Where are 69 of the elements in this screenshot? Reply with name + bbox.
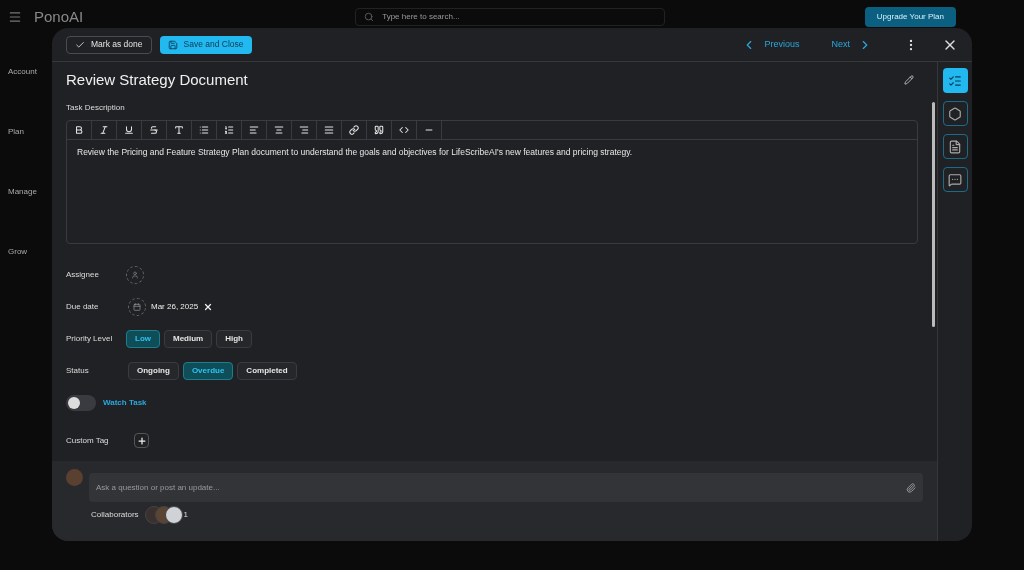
next-button[interactable]: Next: [831, 37, 872, 52]
plus-icon: [136, 435, 147, 446]
document-icon: [948, 139, 962, 154]
sidebar-section-label: Grow: [8, 246, 28, 258]
edit-icon[interactable]: [904, 75, 914, 86]
option-button[interactable]: High: [216, 329, 252, 348]
scrollbar-thumb[interactable]: [932, 102, 935, 327]
mark-done-button[interactable]: Mark as done: [66, 35, 152, 54]
sidebar-section-label: Manage: [8, 186, 37, 198]
quote-icon[interactable]: [374, 124, 384, 135]
collaborator-count: 1: [183, 509, 189, 521]
previous-button[interactable]: Previous: [742, 37, 800, 52]
calendar-icon: [133, 302, 141, 311]
search-field[interactable]: Type here to search...: [355, 8, 666, 26]
sidebar-section-label: Plan: [8, 126, 24, 138]
underline-icon[interactable]: [124, 124, 134, 135]
priority-label: Priority Level: [66, 332, 114, 345]
save-icon: [167, 39, 178, 50]
strikethrough-icon[interactable]: [149, 124, 159, 135]
menu-icon[interactable]: [8, 10, 22, 24]
comment-placeholder: Ask a question or post an update...: [96, 481, 220, 494]
save-close-button[interactable]: Save and Close: [159, 35, 252, 54]
clear-icon[interactable]: [203, 301, 214, 312]
align-justify-icon[interactable]: [324, 124, 334, 135]
description-editor[interactable]: Review the Pricing and Feature Strategy Plan document to understand the goals and objectives for LifeScribeAI's new features and pricing strategy.: [66, 119, 918, 244]
status-label: Status: [66, 364, 90, 377]
bold-icon[interactable]: [74, 124, 84, 135]
custom-tag-label: Custom Tag: [66, 434, 110, 447]
side-panel-tab[interactable]: [942, 134, 968, 159]
watch-toggle[interactable]: [66, 394, 96, 411]
chat-icon: [948, 172, 962, 187]
comment-field[interactable]: Ask a question or post an update...: [89, 473, 923, 502]
check-icon: [75, 39, 85, 50]
search-placeholder: Type here to search...: [382, 11, 460, 23]
paperclip-icon[interactable]: [906, 482, 916, 493]
side-panel-tab[interactable]: [942, 167, 968, 192]
sidebar-section-label: Account: [8, 66, 37, 78]
hexagon-icon: [948, 106, 962, 121]
italic-icon[interactable]: [99, 124, 109, 135]
upgrade-button[interactable]: Upgrade Your Plan: [864, 7, 956, 27]
bullet-list-icon[interactable]: [199, 124, 209, 135]
side-panel-tab[interactable]: [942, 68, 968, 93]
due-date-label: Due date: [66, 300, 100, 313]
option-button[interactable]: Medium: [164, 329, 213, 348]
numbered-list-icon[interactable]: [224, 124, 234, 135]
task-title: Review Strategy Document: [66, 70, 248, 90]
description-label: Task Description: [66, 101, 126, 114]
checklist-icon: [948, 73, 962, 88]
assignee-label: Assignee: [66, 268, 100, 281]
align-right-icon[interactable]: [299, 124, 309, 135]
collaborators-label: Collaborators: [91, 509, 139, 521]
align-center-icon[interactable]: [274, 124, 284, 135]
code-icon[interactable]: [399, 124, 409, 135]
watch-task-label: Watch Task: [103, 396, 147, 409]
description-text: Review the Pricing and Feature Strategy Plan document to understand the goals and objectives for LifeScribeAI's new features and pricing strategy.: [76, 145, 634, 159]
due-date-value: Mar 26, 2025: [151, 300, 199, 313]
text-size-icon[interactable]: [174, 124, 184, 135]
search-icon: [364, 12, 375, 22]
link-icon[interactable]: [349, 124, 359, 135]
person-icon: [131, 270, 139, 279]
option-button[interactable]: Low: [126, 329, 160, 348]
add-tag-button[interactable]: [134, 433, 149, 448]
align-left-icon[interactable]: [249, 124, 259, 135]
logo-text: PonoAI: [34, 6, 84, 27]
avatar: [66, 469, 83, 486]
option-button[interactable]: Completed: [237, 361, 297, 380]
option-button[interactable]: Ongoing: [128, 361, 179, 380]
side-panel-tab[interactable]: [942, 101, 968, 126]
option-button[interactable]: Overdue: [182, 361, 234, 380]
